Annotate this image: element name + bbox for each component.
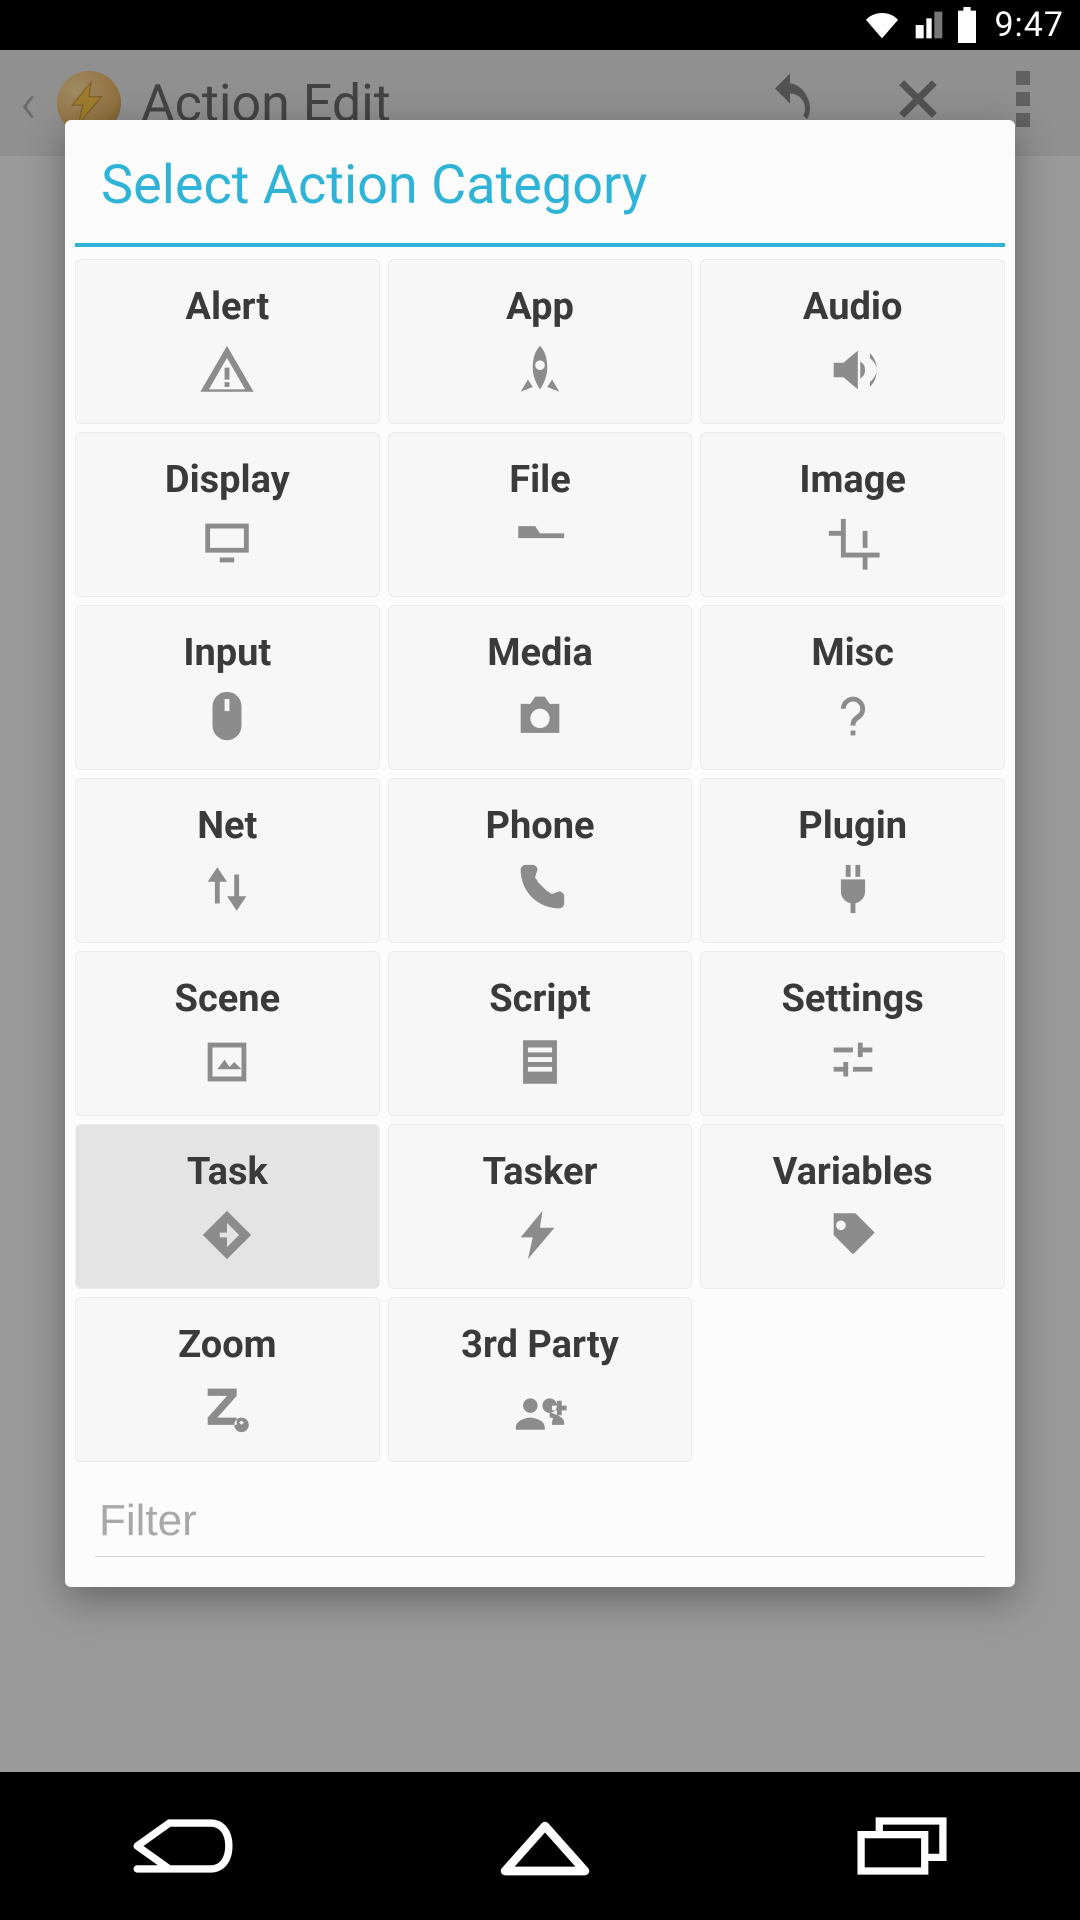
category-tile-label: Script	[489, 977, 590, 1021]
category-tile-settings[interactable]: Settings	[700, 951, 1005, 1116]
category-grid: Alert App Audio Display File Image Input Media M…	[65, 247, 1015, 1480]
rocket-icon	[511, 341, 569, 399]
category-tile-script[interactable]: Script	[388, 951, 693, 1116]
folder-icon	[511, 514, 569, 572]
category-tile-file[interactable]: File	[388, 432, 693, 597]
category-tile-label: Input	[183, 631, 271, 675]
sliders-icon	[824, 1033, 882, 1091]
category-tile-label: Zoom	[178, 1323, 277, 1367]
zoom-z-icon	[198, 1379, 256, 1437]
diamond-arrow-icon	[198, 1206, 256, 1264]
category-tile-tasker[interactable]: Tasker	[388, 1124, 693, 1289]
category-tile-phone[interactable]: Phone	[388, 778, 693, 943]
category-tile-3rd-party[interactable]: 3rd Party	[388, 1297, 693, 1462]
category-tile-display[interactable]: Display	[75, 432, 380, 597]
category-tile-app[interactable]: App	[388, 259, 693, 424]
category-tile-label: Tasker	[483, 1150, 598, 1194]
category-tile-label: Misc	[811, 631, 894, 675]
category-tile-variables[interactable]: Variables	[700, 1124, 1005, 1289]
category-tile-alert[interactable]: Alert	[75, 259, 380, 424]
category-tile-scene[interactable]: Scene	[75, 951, 380, 1116]
category-tile-media[interactable]: Media	[388, 605, 693, 770]
tag-icon	[824, 1206, 882, 1264]
nav-recent-button[interactable]	[852, 1811, 952, 1881]
category-tile-label: Variables	[773, 1150, 933, 1194]
category-tile-task[interactable]: Task	[75, 1124, 380, 1289]
category-tile-label: Alert	[185, 285, 269, 329]
category-tile-label: Task	[187, 1150, 268, 1194]
category-tile-input[interactable]: Input	[75, 605, 380, 770]
category-tile-zoom[interactable]: Zoom	[75, 1297, 380, 1462]
crop-icon	[824, 514, 882, 572]
plug-icon	[824, 860, 882, 918]
category-tile-label: App	[506, 285, 574, 329]
dialog-title: Select Action Category	[101, 154, 979, 217]
phone-icon	[511, 860, 569, 918]
nav-home-button[interactable]	[495, 1811, 595, 1881]
battery-icon	[956, 7, 978, 43]
category-tile-label: Scene	[175, 977, 281, 1021]
category-tile-image[interactable]: Image	[700, 432, 1005, 597]
question-icon	[824, 687, 882, 745]
status-bar: 9:47	[0, 0, 1080, 50]
lightning-icon	[511, 1206, 569, 1264]
nav-back-button[interactable]	[128, 1811, 238, 1881]
category-tile-label: Net	[197, 804, 257, 848]
category-tile-label: Plugin	[798, 804, 907, 848]
monitor-icon	[198, 514, 256, 572]
picture-icon	[198, 1033, 256, 1091]
camera-icon	[511, 687, 569, 745]
category-tile-label: File	[509, 458, 571, 502]
category-tile-label: Media	[487, 631, 593, 675]
cell-signal-icon	[912, 9, 946, 41]
category-tile-label: Audio	[803, 285, 903, 329]
category-tile-label: Image	[799, 458, 906, 502]
group-add-icon	[511, 1379, 569, 1437]
category-tile-misc[interactable]: Misc	[700, 605, 1005, 770]
category-tile-net[interactable]: Net	[75, 778, 380, 943]
category-tile-label: Display	[165, 458, 290, 502]
category-tile-label: Phone	[485, 804, 594, 848]
android-nav-bar	[0, 1772, 1080, 1920]
mouse-icon	[198, 687, 256, 745]
updown-icon	[198, 860, 256, 918]
filter-input[interactable]	[95, 1490, 985, 1557]
category-tile-label: Settings	[782, 977, 924, 1021]
warning-icon	[198, 341, 256, 399]
select-action-category-dialog: Select Action Category Alert App Audio Disp…	[65, 120, 1015, 1587]
document-icon	[511, 1033, 569, 1091]
category-tile-audio[interactable]: Audio	[700, 259, 1005, 424]
category-tile-plugin[interactable]: Plugin	[700, 778, 1005, 943]
category-tile-label: 3rd Party	[461, 1323, 619, 1367]
speaker-icon	[824, 341, 882, 399]
wifi-icon	[862, 9, 902, 41]
status-time: 9:47	[994, 5, 1064, 45]
